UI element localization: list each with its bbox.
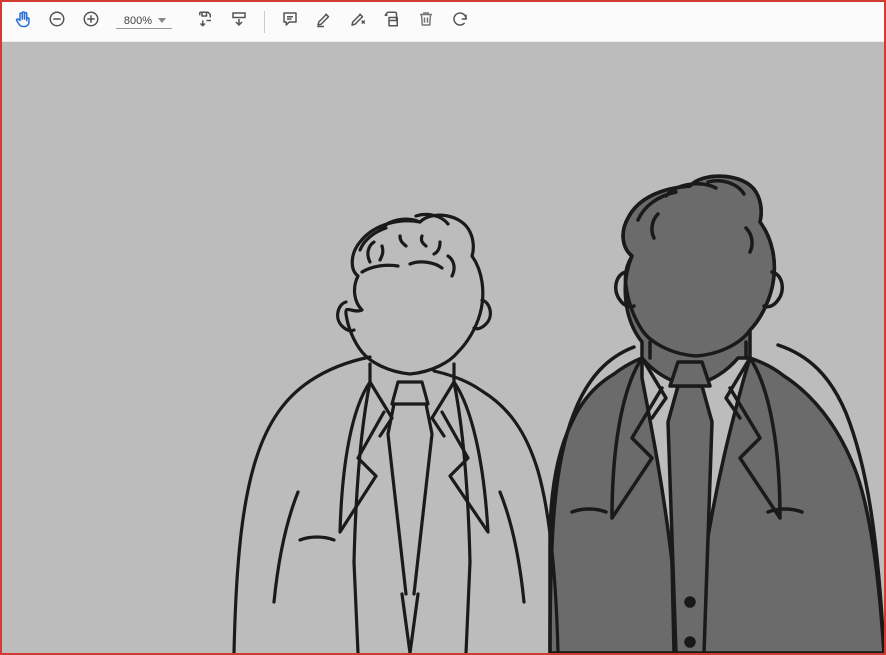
zoom-in-icon — [82, 10, 100, 33]
toolbar: 800% — [2, 2, 884, 42]
zoom-in-button[interactable] — [76, 7, 106, 37]
hand-tool-button[interactable] — [8, 7, 38, 37]
save-button[interactable] — [190, 7, 220, 37]
insert-button[interactable] — [224, 7, 254, 37]
chevron-down-icon — [158, 18, 166, 23]
canvas[interactable] — [2, 42, 884, 653]
hand-icon — [14, 10, 32, 33]
insert-icon — [230, 10, 248, 33]
app-frame: 800% — [0, 0, 886, 655]
crop-icon — [383, 10, 401, 33]
erase-button[interactable] — [343, 7, 373, 37]
highlight-button[interactable] — [309, 7, 339, 37]
highlight-icon — [315, 10, 333, 33]
erase-icon — [349, 10, 367, 33]
zoom-value: 800% — [122, 15, 152, 27]
delete-button[interactable] — [411, 7, 441, 37]
comment-icon — [281, 10, 299, 33]
crop-button[interactable] — [377, 7, 407, 37]
canvas-drawing — [2, 42, 884, 653]
rotate-icon — [451, 10, 469, 33]
separator — [264, 11, 265, 33]
zoom-dropdown[interactable]: 800% — [116, 15, 172, 29]
zoom-out-button[interactable] — [42, 7, 72, 37]
rotate-button[interactable] — [445, 7, 475, 37]
trash-icon — [417, 10, 435, 33]
zoom-out-icon — [48, 10, 66, 33]
comment-button[interactable] — [275, 7, 305, 37]
save-icon — [196, 10, 214, 33]
